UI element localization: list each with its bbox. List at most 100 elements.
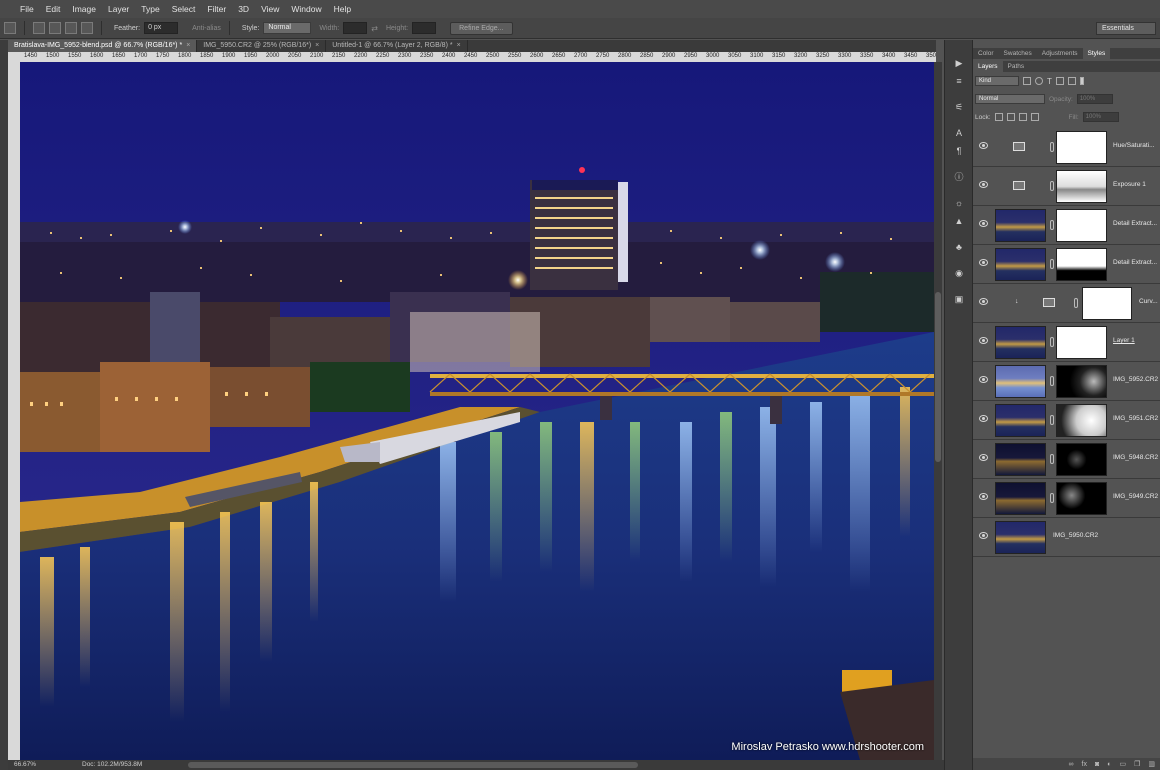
layer-row[interactable]: Layer 1 (973, 323, 1160, 362)
character-icon[interactable]: A (953, 128, 965, 138)
layer-mask-thumbnail[interactable] (1056, 248, 1107, 281)
link-layers-icon[interactable]: ∞ (1069, 761, 1074, 768)
document-canvas[interactable]: Miroslav Petrasko www.hdrshooter.com (20, 62, 934, 760)
layer-mask-thumbnail[interactable] (1056, 326, 1107, 359)
workspace-switcher[interactable]: Essentials (1096, 22, 1156, 35)
layer-row[interactable]: IMG_5949.CR2 (973, 479, 1160, 518)
add-selection-icon[interactable] (49, 22, 61, 34)
layer-thumbnail[interactable] (995, 404, 1046, 437)
layer-comps-icon[interactable]: ▣ (953, 294, 965, 304)
fill-input[interactable]: 100% (1082, 112, 1119, 122)
layer-name[interactable]: IMG_5948.CR2 (1113, 454, 1158, 461)
link-icon[interactable] (1050, 181, 1054, 191)
fx-icon[interactable]: fx (1082, 761, 1087, 768)
style-select[interactable]: Normal (263, 22, 312, 34)
tab-img-5950[interactable]: IMG_5950.CR2 @ 25% (RGB/16*) × (197, 40, 327, 52)
vertical-scrollbar[interactable] (934, 62, 942, 760)
layer-thumbnail[interactable] (995, 326, 1046, 359)
paragraph-icon[interactable]: ¶ (953, 146, 965, 156)
blend-mode-select[interactable]: Normal (975, 94, 1045, 104)
trash-icon[interactable]: ▥ (1148, 760, 1155, 768)
marquee-tool-icon[interactable] (4, 22, 16, 34)
layer-mask-thumbnail[interactable] (1056, 209, 1107, 242)
layer-mask-thumbnail[interactable] (1082, 287, 1132, 320)
layer-row[interactable]: Detail Extract... (973, 245, 1160, 284)
menu-file[interactable]: File (14, 0, 40, 18)
eye-icon[interactable] (979, 181, 988, 188)
layer-name[interactable]: Exposure 1 (1113, 181, 1146, 188)
image-filter-icon[interactable] (1023, 77, 1031, 85)
menu-image[interactable]: Image (66, 0, 102, 18)
smart-object-filter-icon[interactable] (1067, 77, 1076, 85)
info-icon[interactable]: ⓘ (953, 172, 965, 182)
histogram-icon[interactable]: ▲ (953, 216, 965, 226)
layer-row[interactable]: IMG_5952.CR2 (973, 362, 1160, 401)
eye-icon[interactable] (979, 142, 988, 149)
tab-swatches[interactable]: Swatches (999, 48, 1037, 59)
layer-mask-thumbnail[interactable] (1056, 170, 1107, 203)
new-selection-icon[interactable] (33, 22, 45, 34)
layer-name[interactable]: Detail Extract... (1113, 220, 1157, 227)
filter-toggle-icon[interactable] (1079, 77, 1084, 85)
eye-icon[interactable] (979, 454, 988, 461)
link-icon[interactable] (1050, 493, 1054, 503)
lock-pixels-icon[interactable] (1006, 113, 1015, 121)
layer-mask-thumbnail[interactable] (1056, 443, 1107, 476)
kind-filter[interactable]: Kind (975, 76, 1019, 86)
layer-mask-thumbnail[interactable] (1056, 365, 1107, 398)
play-icon[interactable]: ▶ (953, 58, 965, 68)
eye-icon[interactable] (979, 376, 988, 383)
menu-type[interactable]: Type (135, 0, 165, 18)
tab-blend-psd[interactable]: Bratislava-IMG_5952-blend.psd @ 66.7% (R… (8, 40, 198, 52)
layer-name[interactable]: IMG_5949.CR2 (1113, 493, 1158, 500)
menu-3d[interactable]: 3D (232, 0, 255, 18)
scroll-thumb[interactable] (935, 292, 941, 462)
tab-adjustments[interactable]: Adjustments (1037, 48, 1083, 59)
clone-source-icon[interactable]: ♣ (953, 242, 965, 252)
layer-name[interactable]: Curv... (1139, 298, 1158, 305)
link-icon[interactable] (1050, 142, 1054, 152)
menu-view[interactable]: View (255, 0, 285, 18)
layer-thumbnail[interactable] (995, 365, 1046, 398)
layer-name[interactable]: Layer 1 (1113, 337, 1135, 344)
antialias-checkbox[interactable]: Anti-alias (192, 25, 221, 32)
layer-mask-thumbnail[interactable] (1056, 404, 1107, 437)
tab-styles[interactable]: Styles (1082, 48, 1111, 59)
subtract-selection-icon[interactable] (65, 22, 77, 34)
eye-icon[interactable] (979, 532, 988, 539)
menu-layer[interactable]: Layer (102, 0, 135, 18)
link-icon[interactable] (1050, 415, 1054, 425)
layer-row[interactable]: IMG_5951.CR2 (973, 401, 1160, 440)
feather-input[interactable]: 0 px (144, 22, 179, 34)
lock-all-icon[interactable] (1030, 113, 1039, 121)
eye-icon[interactable] (979, 220, 988, 227)
layer-name[interactable]: IMG_5950.CR2 (1053, 532, 1098, 539)
link-icon[interactable] (1050, 454, 1054, 464)
lock-position-icon[interactable] (1018, 113, 1027, 121)
close-icon[interactable]: × (315, 42, 319, 49)
type-filter-icon[interactable]: T (1047, 77, 1052, 86)
doc-size[interactable]: Doc: 102.2M/953.8M (82, 760, 142, 770)
width-input[interactable] (343, 22, 368, 34)
tab-untitled-1[interactable]: Untitled-1 @ 66.7% (Layer 2, RGB/8) * × (326, 40, 468, 52)
new-group-icon[interactable]: ▭ (1119, 760, 1126, 768)
link-icon[interactable] (1050, 220, 1054, 230)
layer-thumbnail[interactable] (995, 248, 1046, 281)
eye-icon[interactable] (979, 337, 988, 344)
link-icon[interactable] (1050, 376, 1054, 386)
layer-thumbnail[interactable] (995, 443, 1046, 476)
layer-thumbnail[interactable] (995, 209, 1046, 242)
menu-select[interactable]: Select (166, 0, 202, 18)
link-icon[interactable] (1050, 259, 1054, 269)
menu-edit[interactable]: Edit (40, 0, 67, 18)
tab-paths[interactable]: Paths (1003, 61, 1030, 72)
history-icon[interactable]: ≡ (953, 76, 965, 86)
layer-thumbnail[interactable] (995, 521, 1046, 554)
eye-icon[interactable] (979, 259, 988, 266)
layer-thumbnail[interactable] (995, 482, 1046, 515)
adjustment-filter-icon[interactable] (1035, 77, 1043, 85)
layer-name[interactable]: Detail Extract... (1113, 259, 1157, 266)
new-layer-icon[interactable]: ❐ (1134, 760, 1140, 768)
link-icon[interactable] (1074, 298, 1078, 308)
intersect-selection-icon[interactable] (81, 22, 93, 34)
